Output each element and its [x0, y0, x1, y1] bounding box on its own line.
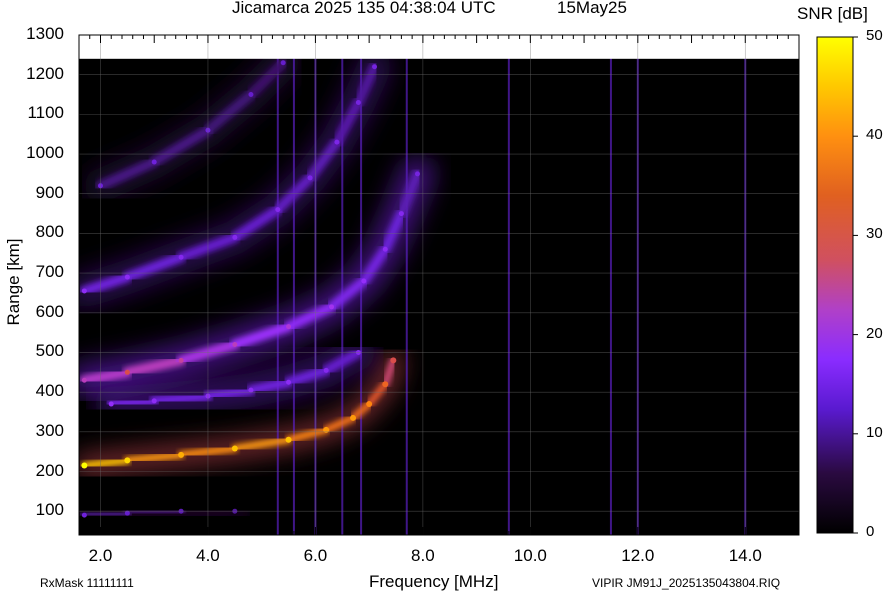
trace-point [382, 381, 389, 388]
trace-point [178, 451, 185, 458]
y-tick-label: 1000 [26, 143, 64, 163]
trace-point [81, 462, 88, 469]
x-tick-label: 14.0 [728, 546, 762, 565]
trace-point [124, 274, 130, 280]
colorbar-tick-label: 20 [866, 324, 883, 342]
x-tick-label: 12.0 [621, 546, 655, 565]
y-tick-label: 100 [35, 500, 64, 520]
trace-point [329, 304, 335, 310]
rx-mask-label: RxMask 11111111 [40, 576, 134, 590]
trace-point [285, 436, 292, 443]
trace-point [178, 357, 184, 363]
x-tick-label: 4.0 [196, 546, 220, 565]
trace-segment [106, 395, 160, 410]
ionogram-chart [78, 34, 858, 536]
trace-point [275, 207, 281, 213]
trace-point [323, 367, 329, 373]
unsampled-region [79, 35, 799, 59]
trace-point [248, 92, 254, 98]
chart-date: 15May25 [557, 0, 627, 17]
trace-point [231, 445, 238, 452]
x-tick-label: 8.0 [411, 546, 435, 565]
y-tick-label: 1100 [27, 103, 64, 123]
y-tick-label: 1300 [26, 24, 64, 43]
colorbar-ticks [853, 36, 858, 534]
trace-point [334, 139, 340, 145]
y-tick-label: 200 [35, 460, 64, 480]
trace-point [366, 401, 373, 408]
trace-point [178, 254, 184, 260]
y-tick-label: 1200 [26, 63, 64, 83]
trace-point [280, 60, 286, 66]
trace-point [355, 99, 361, 105]
trace-point [286, 324, 292, 330]
trace-point [81, 288, 87, 294]
trace-point [307, 175, 313, 181]
file-name-label: VIPIR JM91J_2025135043804.RIQ [592, 576, 781, 590]
trace-point [286, 379, 292, 385]
y-tick-label: 900 [35, 182, 64, 202]
trace-point [124, 457, 131, 464]
colorbar-tick-label: 40 [866, 126, 883, 144]
y-tick-label: 500 [35, 341, 64, 361]
trace-point [390, 357, 397, 364]
colorbar-tick-label: 50 [866, 27, 883, 44]
trace-point [398, 211, 404, 217]
y-tick-label: 400 [35, 381, 64, 401]
trace-point [81, 512, 87, 518]
y-tick-label: 600 [35, 301, 64, 321]
colorbar [816, 36, 854, 534]
y-tick-label: 700 [35, 262, 64, 282]
trace-segment [79, 508, 133, 521]
colorbar-tick-label: 0 [866, 523, 875, 540]
trace-point [382, 246, 388, 252]
trace-point [350, 414, 357, 421]
trace-point [151, 398, 157, 404]
trace-point [81, 377, 87, 383]
y-tick-label: 800 [35, 222, 64, 242]
trace-point [372, 64, 378, 70]
y-tick-label: 300 [35, 420, 64, 440]
x-tick-label: 6.0 [303, 546, 328, 565]
trace-point [232, 342, 238, 348]
colorbar-label: SNR [dB] [797, 4, 868, 23]
trace-point [108, 401, 114, 407]
trace-point [124, 369, 130, 375]
chart-title: Jicamarca 2025 135 04:38:04 UTC [232, 0, 496, 17]
colorbar-tick-label: 30 [866, 225, 883, 243]
x-tick-label: 2.0 [88, 546, 113, 565]
trace-point [415, 171, 421, 177]
x-axis-label: Frequency [MHz] [369, 572, 499, 591]
trace-segment [202, 385, 256, 402]
x-tick-label: 10.0 [513, 546, 547, 565]
trace-point [361, 278, 367, 284]
colorbar-tick-label: 10 [866, 423, 883, 441]
trace-point [232, 234, 238, 240]
trace-point [151, 159, 157, 165]
trace-segment [149, 391, 213, 406]
